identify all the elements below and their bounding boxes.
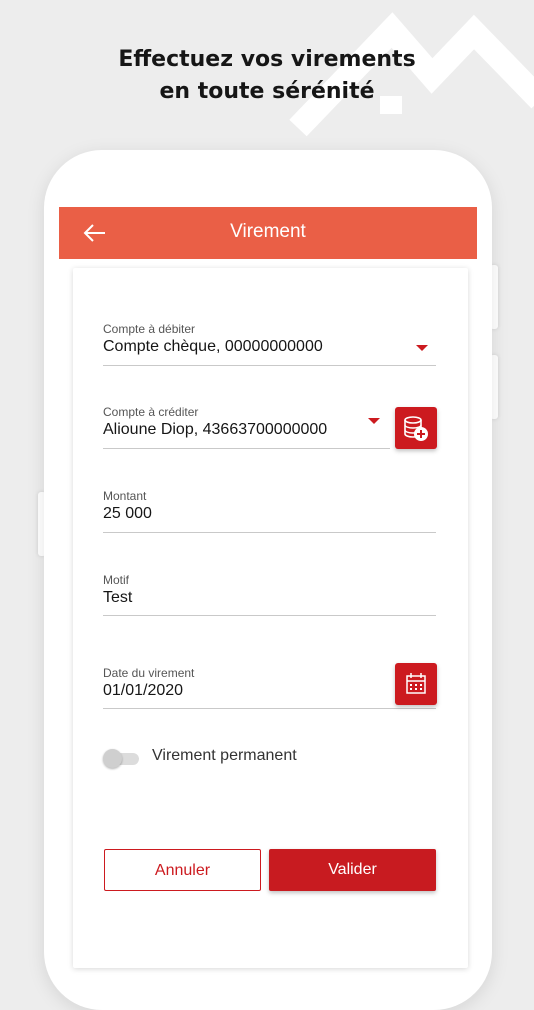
cancel-button[interactable]: Annuler xyxy=(104,849,261,891)
reason-label: Motif xyxy=(103,573,130,587)
headline-line-2: en toute sérénité xyxy=(159,79,375,104)
reason-input[interactable]: Test xyxy=(103,589,132,607)
headline-line-1: Effectuez vos virements xyxy=(118,47,416,72)
marketing-headline: Effectuez vos virements en toute sérénit… xyxy=(0,44,534,108)
field-underline xyxy=(103,532,436,533)
reason-field[interactable]: Motif Test xyxy=(103,573,436,616)
transfer-date-field[interactable]: Date du virement 01/01/2020 xyxy=(103,666,436,709)
field-underline xyxy=(103,365,436,366)
chevron-down-icon[interactable] xyxy=(368,418,380,424)
permanent-transfer-label: Virement permanent xyxy=(152,747,297,764)
transfer-date-label: Date du virement xyxy=(103,666,195,680)
credit-account-select[interactable]: Compte à créditer Alioune Diop, 43663700… xyxy=(103,405,390,449)
toggle-thumb xyxy=(103,749,122,768)
calendar-button[interactable] xyxy=(395,663,437,705)
transfer-date-input[interactable]: 01/01/2020 xyxy=(103,682,183,700)
debit-account-select[interactable]: Compte à débiter Compte chèque, 00000000… xyxy=(103,322,436,366)
add-beneficiary-icon xyxy=(404,416,428,441)
amount-input[interactable]: 25 000 xyxy=(103,505,152,523)
permanent-transfer-toggle[interactable] xyxy=(103,749,139,768)
debit-account-label: Compte à débiter xyxy=(103,322,196,336)
submit-button[interactable]: Valider xyxy=(269,849,436,891)
page-title: Virement xyxy=(230,221,306,242)
app-bar: Virement xyxy=(59,207,477,259)
amount-field[interactable]: Montant 25 000 xyxy=(103,489,436,533)
debit-account-value: Compte chèque, 00000000000 xyxy=(103,338,323,355)
credit-account-value: Alioune Diop, 43663700000000 xyxy=(103,421,328,438)
chevron-down-icon[interactable] xyxy=(416,345,428,351)
amount-label: Montant xyxy=(103,489,147,503)
field-underline xyxy=(103,708,436,709)
add-beneficiary-button[interactable] xyxy=(395,407,437,449)
field-underline xyxy=(103,615,436,616)
calendar-icon xyxy=(406,673,426,694)
field-underline xyxy=(103,448,390,449)
credit-account-label: Compte à créditer xyxy=(103,405,199,419)
